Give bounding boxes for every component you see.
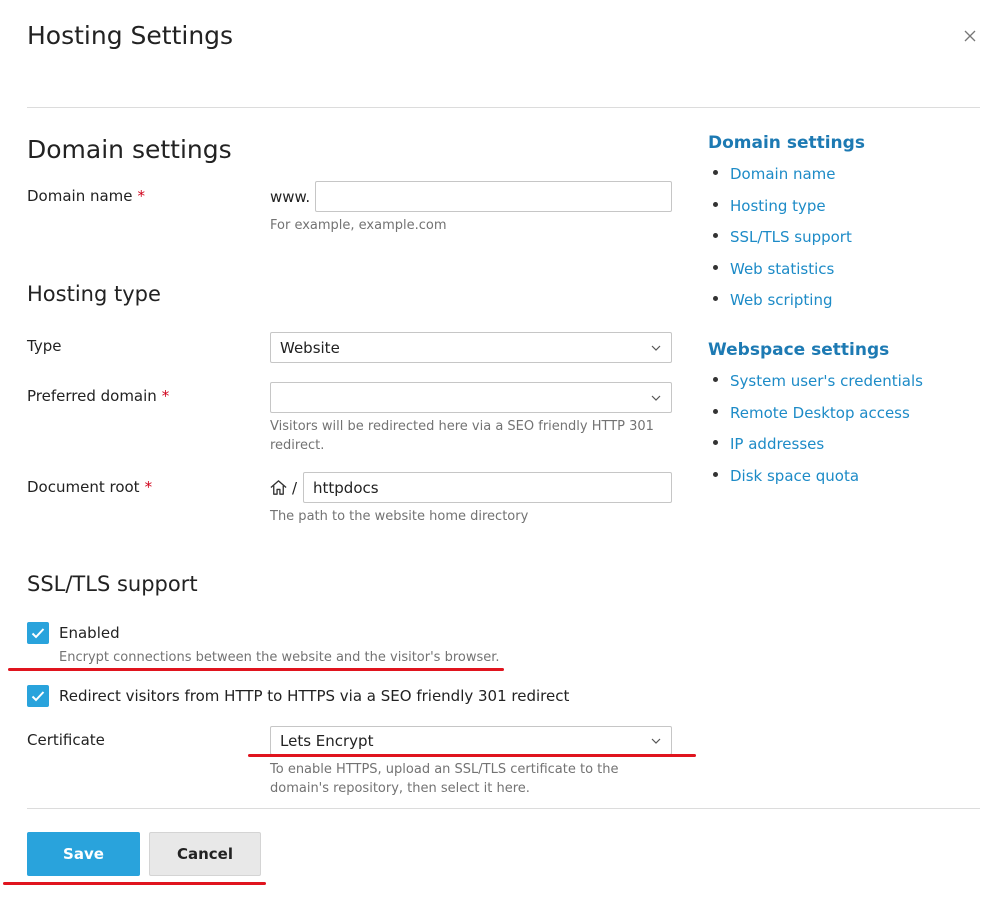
chevron-down-icon (651, 738, 661, 744)
www-prefix: www. (270, 188, 311, 206)
dialog-title: Hosting Settings (27, 21, 234, 50)
type-select-value: Website (280, 338, 340, 357)
close-icon[interactable] (962, 28, 978, 44)
type-select[interactable]: Website (270, 332, 672, 363)
ssl-heading: SSL/TLS support (27, 572, 198, 596)
domain-name-hint: For example, example.com (270, 218, 447, 233)
preferred-domain-select[interactable] (270, 382, 672, 413)
hosting-type-heading: Hosting type (27, 282, 161, 306)
nav-item-ip-addresses[interactable]: IP addresses (713, 435, 824, 453)
annotation-underline (8, 668, 504, 671)
certificate-select-value: Lets Encrypt (280, 731, 374, 750)
certificate-label: Certificate (27, 731, 105, 749)
domain-name-input[interactable] (315, 181, 672, 212)
nav-item-system-user-credentials[interactable]: System user's credentials (713, 372, 923, 390)
document-root-separator: / (292, 479, 298, 497)
nav-item-domain-name[interactable]: Domain name (713, 165, 836, 183)
cancel-button[interactable]: Cancel (149, 832, 261, 876)
nav-item-disk-space-quota[interactable]: Disk space quota (713, 467, 859, 485)
required-mark: * (144, 478, 153, 496)
required-mark: * (161, 387, 170, 405)
ssl-enabled-hint: Encrypt connections between the website … (59, 650, 500, 665)
type-label: Type (27, 337, 62, 355)
annotation-underline (248, 754, 696, 757)
chevron-down-icon (651, 345, 661, 351)
nav-webspace-settings-heading[interactable]: Webspace settings (708, 340, 889, 360)
nav-item-web-statistics[interactable]: Web statistics (713, 260, 834, 278)
footer-divider (27, 808, 980, 809)
home-icon (270, 480, 287, 495)
document-root-value: httpdocs (313, 478, 379, 497)
header-divider (27, 107, 980, 108)
check-icon (31, 691, 45, 702)
nav-item-hosting-type[interactable]: Hosting type (713, 197, 826, 215)
domain-settings-heading: Domain settings (27, 135, 232, 164)
document-root-input[interactable]: httpdocs (303, 472, 672, 503)
preferred-domain-hint: Visitors will be redirected here via a S… (270, 419, 654, 453)
document-root-hint: The path to the website home directory (270, 509, 529, 524)
document-root-label: Document root * (27, 478, 153, 496)
certificate-select[interactable]: Lets Encrypt (270, 726, 672, 755)
https-redirect-checkbox[interactable] (27, 685, 49, 707)
preferred-domain-label: Preferred domain * (27, 387, 170, 405)
ssl-enabled-checkbox[interactable] (27, 622, 49, 644)
nav-domain-settings-heading[interactable]: Domain settings (708, 133, 865, 153)
annotation-underline (3, 882, 266, 885)
nav-item-web-scripting[interactable]: Web scripting (713, 291, 832, 309)
ssl-enabled-label[interactable]: Enabled (59, 624, 120, 642)
check-icon (31, 628, 45, 639)
nav-item-remote-desktop-access[interactable]: Remote Desktop access (713, 404, 910, 422)
https-redirect-label[interactable]: Redirect visitors from HTTP to HTTPS via… (59, 687, 569, 705)
required-mark: * (137, 187, 146, 205)
certificate-hint: To enable HTTPS, upload an SSL/TLS certi… (270, 762, 619, 796)
chevron-down-icon (651, 395, 661, 401)
domain-name-label: Domain name * (27, 187, 146, 205)
save-button[interactable]: Save (27, 832, 140, 876)
nav-item-ssl-tls-support[interactable]: SSL/TLS support (713, 228, 852, 246)
